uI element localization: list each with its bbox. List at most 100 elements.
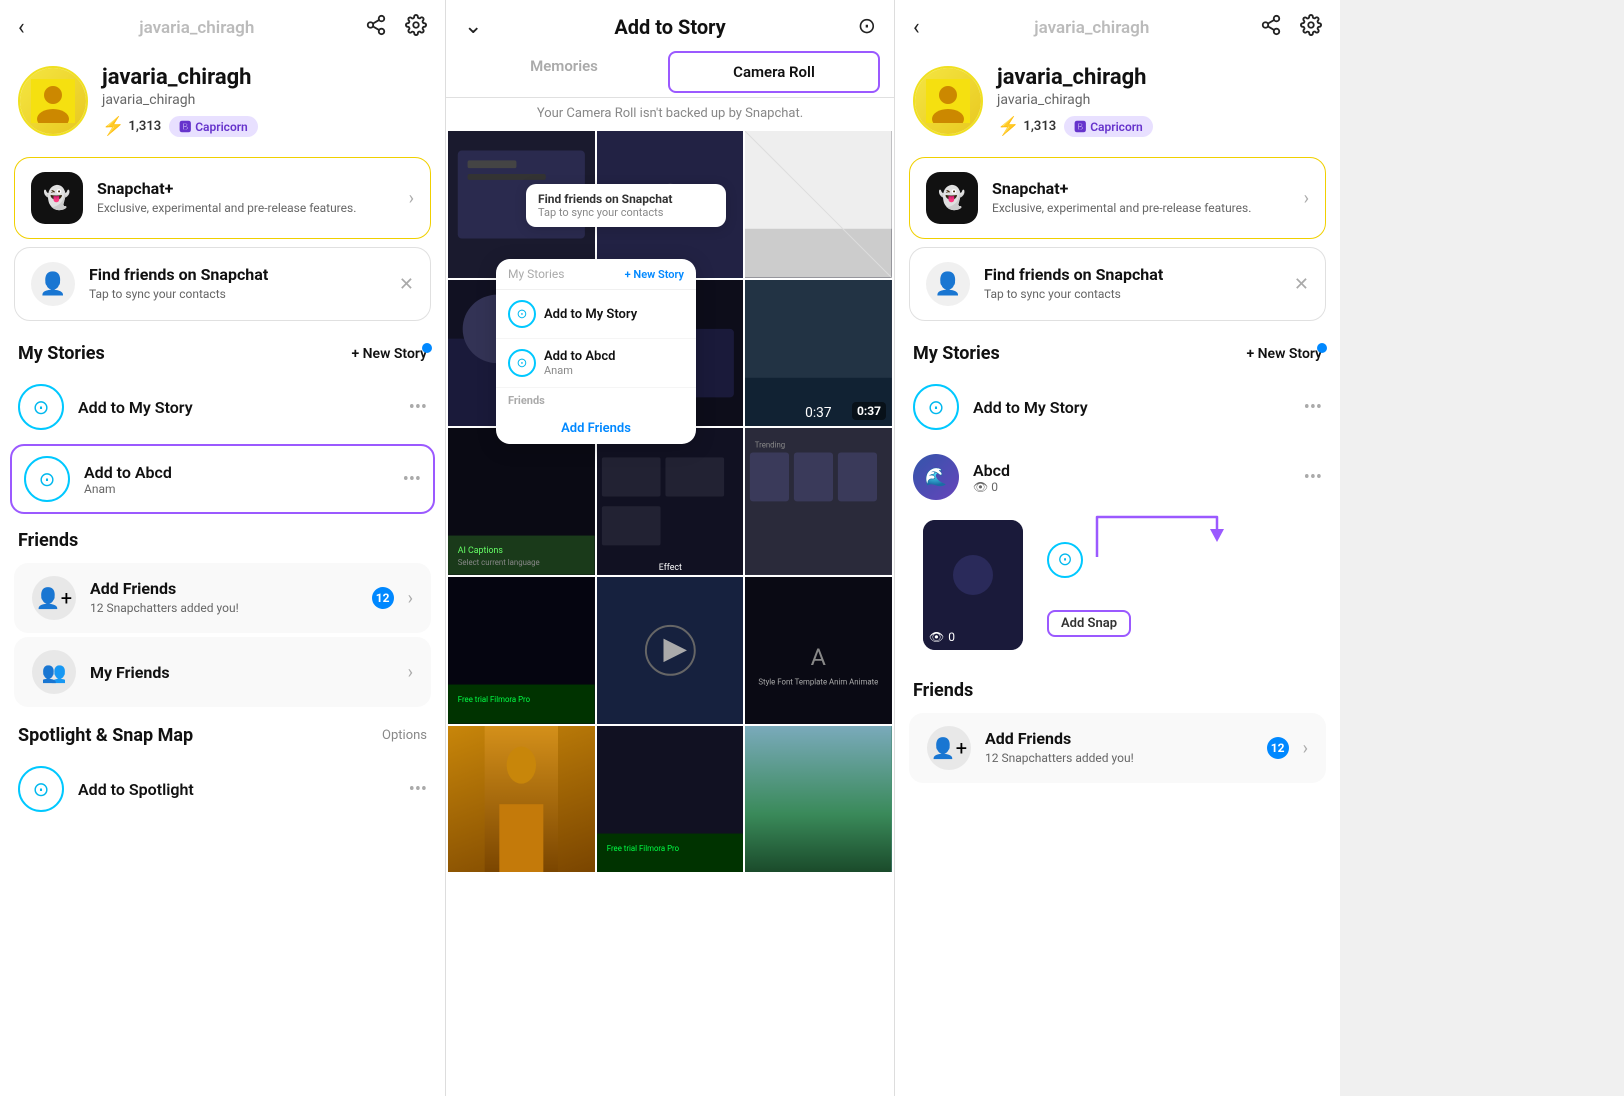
left-panel: ‹ javaria_chiragh [0,0,445,1096]
zodiac-badge: 🅱 Capricorn [169,116,258,137]
snapchat-plus-card[interactable]: 👻 Snapchat+ Exclusive, experimental and … [14,157,431,239]
right-snapchat-plus-subtitle: Exclusive, experimental and pre-release … [992,200,1290,217]
right-zodiac-badge: 🅱 Capricorn [1064,116,1153,137]
settings-icon[interactable] [405,14,427,41]
svg-text:Effect: Effect [658,563,681,573]
add-abcd-item[interactable]: ⊙ Add to Abcd Anam ••• [10,444,435,514]
right-snapchat-plus-card[interactable]: 👻 Snapchat+ Exclusive, experimental and … [909,157,1326,239]
right-back-button[interactable]: ‹ [913,15,920,40]
find-friends-close-icon[interactable]: ✕ [399,274,414,295]
grid-item-tall[interactable] [448,726,595,873]
photo-grid: 0:37 0:37 AI Captions Select current lan… [446,129,894,876]
right-score-badge: ⚡ 1,313 [997,116,1056,137]
my-friends-icon: 👥 [32,650,76,694]
right-settings-icon[interactable] [1300,14,1322,41]
right-story-icon: ⊙ [913,384,959,430]
grid-item[interactable]: Free trial Filmora Pro [448,577,595,724]
add-spotlight-item[interactable]: ⊙ Add to Spotlight ••• [0,754,445,824]
right-share-icon[interactable] [1260,14,1282,41]
right-new-story-button[interactable]: + New Story [1246,346,1322,362]
my-stories-header: My Stories + New Story [0,329,445,372]
right-add-friends-count-badge: 12 [1267,737,1289,759]
right-add-friends-item[interactable]: 👤+ Add Friends 12 Snapchatters added you… [909,713,1326,783]
profile-handle: javaria_chiragh [102,92,427,108]
right-header: ‹ javaria_chiragh [895,0,1340,55]
profile-info: javaria_chiragh javaria_chiragh ⚡ 1,313 … [102,65,427,137]
grid-item[interactable]: AI Captions Select current language [448,428,595,575]
my-friends-item[interactable]: 👥 My Friends › [14,637,431,707]
right-profile-badges: ⚡ 1,313 🅱 Capricorn [997,116,1322,137]
abcd-story-info: Add to Abcd Anam [84,463,389,496]
story-info: Add to My Story [78,398,395,417]
right-add-friends-title: Add Friends [985,729,1253,748]
find-friends-popup: Find friends on Snapchat Tap to sync you… [526,184,726,227]
options-button[interactable]: Options [382,728,427,743]
popup-new-story-button[interactable]: + New Story [625,268,684,281]
story-options-icon[interactable]: ••• [409,397,427,418]
right-find-friends-title: Find friends on Snapchat [984,265,1280,284]
profile-name: javaria_chiragh [102,65,427,90]
right-abcd-avatar: 🌊 [913,454,959,500]
add-my-story-item[interactable]: ⊙ Add to My Story ••• [0,372,445,442]
right-find-friends-card[interactable]: 👤 Find friends on Snapchat Tap to sync y… [909,247,1326,321]
my-stories-label: My Stories [18,343,105,364]
grid-item[interactable]: Free trial Filmora Pro [597,726,744,873]
share-icon[interactable] [365,14,387,41]
svg-text:Select current language: Select current language [458,558,540,567]
right-story-options-icon[interactable]: ••• [1304,397,1322,418]
grid-item[interactable]: Effect [597,428,744,575]
abcd-story-icon: ⊙ [24,456,70,502]
story-thumbnail[interactable]: 👁 0 [923,520,1023,650]
spotlight-options-icon[interactable]: ••• [409,779,427,800]
popup-add-my-story[interactable]: ⊙ Add to My Story [496,290,696,339]
svg-text:A: A [811,643,826,671]
right-abcd-views: 👁 0 [973,480,1290,494]
popup-my-story-icon: ⊙ [508,300,536,328]
profile-badges: ⚡ 1,313 🅱 Capricorn [102,116,427,137]
profile-section: javaria_chiragh javaria_chiragh ⚡ 1,313 … [0,55,445,149]
middle-panel: ⌄ Add to Story ⊙ Memories Camera Roll Yo… [445,0,895,1096]
camera-roll-tab[interactable]: Camera Roll [668,51,880,93]
mid-camera-icon[interactable]: ⊙ [858,14,876,39]
grid-item[interactable]: A Style Font Template Anim Animate [745,577,892,724]
right-abcd-info: Abcd 👁 0 [973,461,1290,494]
friends-label: Friends [18,530,78,551]
right-add-my-story-item[interactable]: ⊙ Add to My Story ••• [895,372,1340,442]
right-snapchat-plus-title: Snapchat+ [992,179,1290,198]
grid-item[interactable]: Trending [745,428,892,575]
right-find-friends-close-icon[interactable]: ✕ [1294,274,1309,295]
right-my-stories-label: My Stories [913,343,1000,364]
grid-item[interactable]: 0:37 0:37 [745,280,892,427]
grid-item[interactable] [745,131,892,278]
popup-abcd-sub: Anam [544,364,615,377]
find-friends-card[interactable]: 👤 Find friends on Snapchat Tap to sync y… [14,247,431,321]
right-find-friends-subtitle: Tap to sync your contacts [984,286,1280,303]
right-abcd-item[interactable]: 🌊 Abcd 👁 0 ••• [895,442,1340,512]
grid-item[interactable] [745,726,892,873]
popup-add-friends-button[interactable]: Add Friends [496,413,696,444]
add-friends-title: Add Friends [90,579,358,598]
memories-tab[interactable]: Memories [460,47,668,97]
right-snapchat-plus-chevron-icon: › [1304,188,1309,209]
add-friends-item[interactable]: 👤+ Add Friends 12 Snapchatters added you… [14,563,431,633]
right-add-friends-info: Add Friends 12 Snapchatters added you! [985,729,1253,767]
left-header: ‹ javaria_chiragh [0,0,445,55]
spotlight-icon: ⊙ [18,766,64,812]
popup-add-abcd[interactable]: ⊙ Add to Abcd Anam [496,339,696,388]
abcd-options-icon[interactable]: ••• [403,469,421,490]
spotlight-header: Spotlight & Snap Map Options [0,711,445,754]
right-add-friends-chevron-icon: › [1303,738,1308,759]
mid-chevron-icon[interactable]: ⌄ [464,14,482,39]
right-friends-label: Friends [913,680,973,701]
grid-item[interactable] [597,577,744,724]
find-friends-title: Find friends on Snapchat [89,265,385,284]
friends-header: Friends [0,516,445,559]
right-abcd-options-icon[interactable]: ••• [1304,467,1322,488]
popup-my-stories-label: My Stories [508,267,564,281]
svg-text:0:37: 0:37 [805,405,832,421]
popup-abcd-icon: ⊙ [508,349,536,377]
new-story-button[interactable]: + New Story [351,346,427,362]
right-snapplus-icon-box: 👻 [926,172,978,224]
right-profile-handle: javaria_chiragh [997,92,1322,108]
back-button[interactable]: ‹ [18,15,25,40]
